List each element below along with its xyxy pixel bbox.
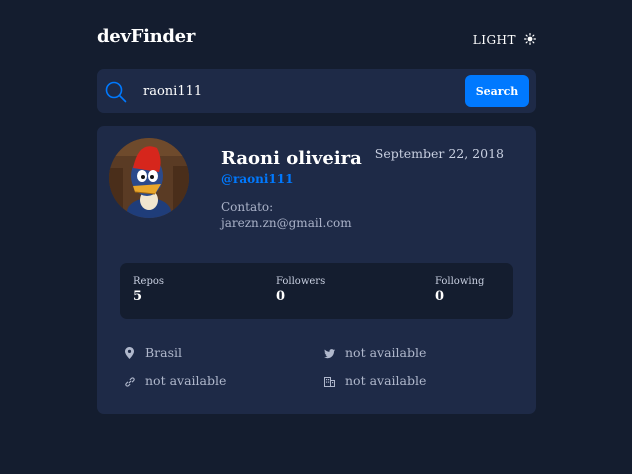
bio-email: jarezn.zn@gmail.com xyxy=(221,216,352,230)
company-row: not available xyxy=(324,373,426,388)
stat-followers: Followers 0 xyxy=(276,276,325,304)
sun-icon xyxy=(524,30,536,49)
stat-following-value: 0 xyxy=(435,289,445,304)
location-row: Brasil xyxy=(125,345,182,360)
app-logo: devFinder xyxy=(97,26,196,47)
header: devFinder LIGHT xyxy=(97,26,536,50)
stat-repos: Repos 5 xyxy=(133,276,164,304)
stat-repos-value: 5 xyxy=(133,289,143,304)
stats-panel: Repos 5 Followers 0 Following 0 xyxy=(120,263,513,319)
stat-followers-label: Followers xyxy=(276,276,326,287)
search-bar: Search xyxy=(97,69,536,113)
stat-followers-value: 0 xyxy=(276,289,286,304)
stat-following: Following 0 xyxy=(435,276,484,304)
stat-repos-label: Repos xyxy=(133,276,165,287)
twitter-icon xyxy=(324,347,336,359)
avatar xyxy=(109,138,189,218)
user-login-link[interactable]: @raoni111 xyxy=(221,172,293,186)
search-icon xyxy=(105,81,127,107)
location-pin-icon xyxy=(125,346,135,359)
company-text: not available xyxy=(345,373,427,388)
joined-date: September 22, 2018 xyxy=(374,146,504,161)
building-icon xyxy=(324,375,335,387)
twitter-row: not available xyxy=(324,345,426,360)
theme-toggle-label: LIGHT xyxy=(472,32,516,47)
search-input[interactable] xyxy=(143,79,443,103)
search-button[interactable]: Search xyxy=(465,75,529,107)
website-text: not available xyxy=(145,373,227,388)
location-text: Brasil xyxy=(145,345,183,360)
bio-label: Contato: xyxy=(221,200,274,214)
profile-card: Raoni oliveira @raoni111 September 22, 2… xyxy=(97,126,536,414)
website-row: not available xyxy=(125,373,226,388)
theme-toggle[interactable]: LIGHT xyxy=(473,30,536,49)
link-icon xyxy=(125,375,135,387)
user-name: Raoni oliveira xyxy=(221,148,362,169)
twitter-text: not available xyxy=(345,345,427,360)
stat-following-label: Following xyxy=(435,276,485,287)
